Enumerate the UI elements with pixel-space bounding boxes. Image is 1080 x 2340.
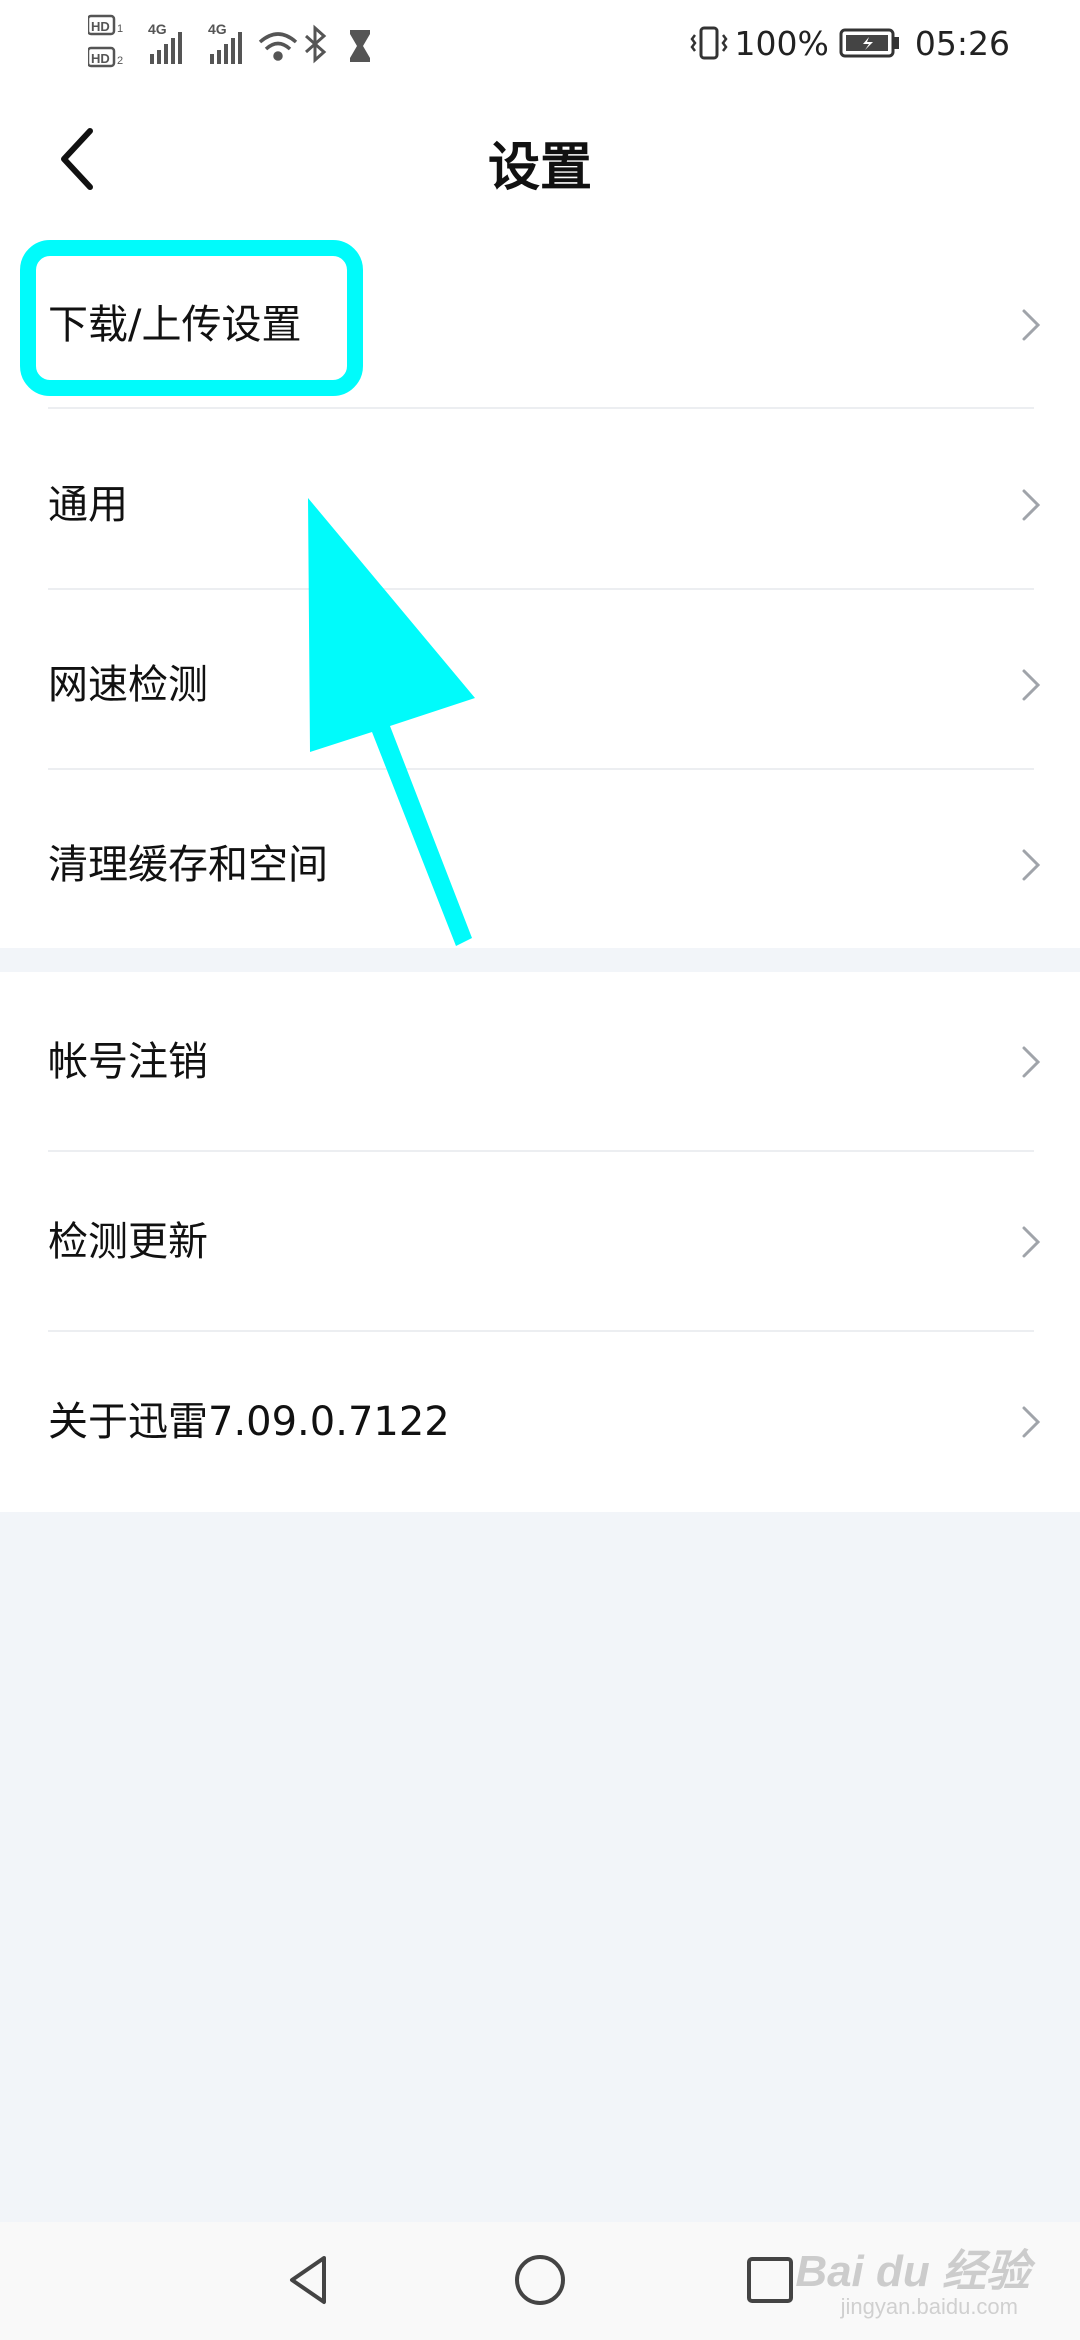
chevron-right-icon [1022, 669, 1041, 701]
status-icons-left: HD 1 HD 2 4G 4G [88, 14, 370, 68]
signal-icon: 4G [148, 21, 182, 64]
signal-2-icon: 4G [208, 21, 242, 64]
settings-item-clear-cache[interactable]: 清理缓存和空间 [0, 775, 1080, 955]
vibrate-icon [689, 26, 728, 60]
settings-group-2: 帐号注销 检测更新 关于迅雷7.09.0.7122 [0, 972, 1080, 1512]
baidu-jingyan-watermark: Bai du 经验 [795, 2247, 1030, 2296]
settings-item-check-update[interactable]: 检测更新 [0, 1152, 1080, 1332]
settings-item-label: 清理缓存和空间 [48, 842, 328, 888]
status-icons-right: 100% 05:26 [689, 18, 1010, 68]
chevron-right-icon [1022, 849, 1041, 881]
settings-item-account-deletion[interactable]: 帐号注销 [0, 972, 1080, 1152]
svg-text:4G: 4G [148, 21, 167, 37]
svg-text:1: 1 [117, 23, 123, 35]
settings-item-label: 帐号注销 [48, 1039, 208, 1085]
svg-text:4G: 4G [208, 21, 227, 37]
settings-item-general[interactable]: 通用 [0, 415, 1080, 595]
watermark-domain: jingyan.baidu.com [840, 2294, 1018, 2319]
hourglass-icon [350, 30, 370, 62]
nav-recents-icon[interactable] [740, 2250, 800, 2310]
divider [48, 407, 1034, 409]
battery-icon [839, 28, 899, 58]
svg-text:HD: HD [91, 19, 110, 34]
annotation-highlight-box [20, 240, 363, 396]
wifi-icon [258, 32, 298, 61]
divider [48, 768, 1034, 770]
svg-text:HD: HD [91, 51, 110, 66]
settings-item-label: 关于迅雷7.09.0.7122 [48, 1399, 450, 1445]
hd-icon: HD 1 HD 2 [88, 14, 123, 68]
settings-item-about[interactable]: 关于迅雷7.09.0.7122 [0, 1332, 1080, 1512]
settings-item-label: 通用 [48, 482, 128, 528]
bluetooth-icon [305, 24, 327, 64]
top-app-bar: 设置 [0, 85, 1080, 235]
battery-percent: 100% [734, 23, 829, 63]
annotation-arrow-icon [308, 498, 475, 946]
settings-item-label: 网速检测 [48, 662, 208, 708]
chevron-right-icon [1022, 1226, 1041, 1258]
page-title: 设置 [487, 138, 592, 198]
chevron-right-icon [1022, 309, 1041, 341]
svg-text:2: 2 [117, 55, 123, 67]
chevron-right-icon [1022, 489, 1041, 521]
nav-back-icon[interactable] [280, 2250, 340, 2310]
settings-item-label: 检测更新 [48, 1219, 208, 1265]
settings-item-speed-test[interactable]: 网速检测 [0, 595, 1080, 775]
status-bar: HD 1 HD 2 4G 4G 100% 05:26 [0, 0, 1080, 85]
chevron-right-icon [1022, 1046, 1041, 1078]
clock: 05:26 [914, 23, 1010, 63]
divider [48, 588, 1034, 590]
chevron-right-icon [1022, 1406, 1041, 1438]
nav-home-icon[interactable] [510, 2250, 570, 2310]
